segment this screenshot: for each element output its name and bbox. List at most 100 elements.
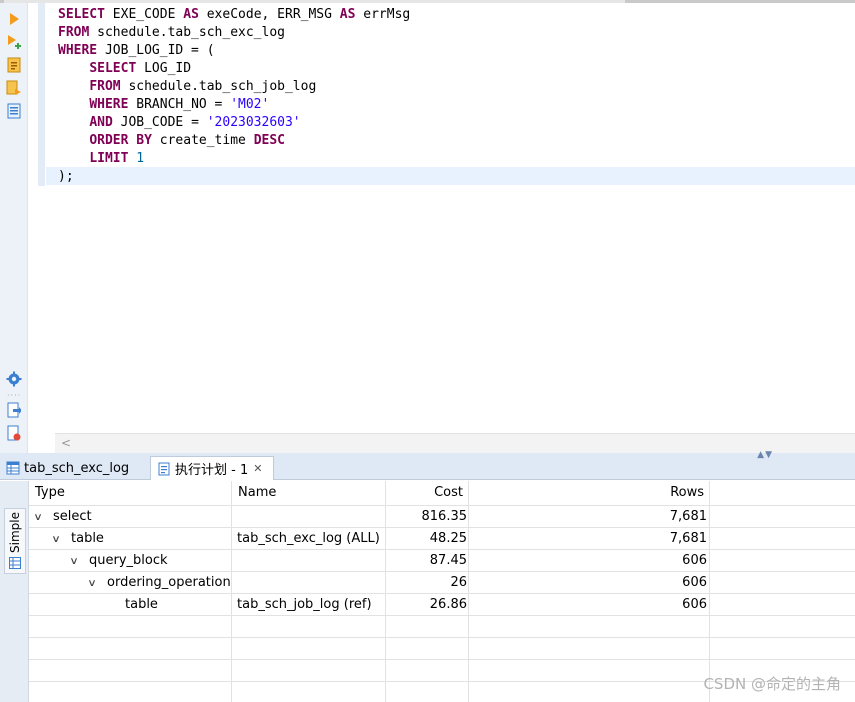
editor-toolbar: ···· [0,3,28,453]
sql-text: EXE_CODE [104,7,184,22]
top-scroll-strip [0,0,855,3]
sql-text: schedule.tab_sch_job_log [120,79,317,94]
sql-keyword: AS [183,7,199,22]
minimize-maximize-icon[interactable]: ▲▼ [757,450,773,460]
type-label: query_block [89,553,168,568]
grid-icon [9,557,21,569]
sql-string: 'M02' [230,97,270,112]
code-line[interactable]: SELECT LOG_ID [58,60,410,78]
type-cell: table [107,594,158,616]
cost-cell: 816.35 [421,509,468,524]
type-label: table [125,597,158,612]
code-line[interactable]: FROM schedule.tab_sch_job_log [58,78,410,96]
sql-keyword: SELECT [58,7,105,22]
error-log-icon[interactable] [5,424,22,441]
fold-marker[interactable] [38,3,45,186]
tab-label: tab_sch_exc_log [24,460,130,476]
sql-editor[interactable]: ···· SELECT EXE_CODE AS exeCode, ERR_MSG… [0,0,855,453]
scroll-left-icon[interactable]: < [61,436,71,450]
sql-keyword: WHERE [89,97,129,112]
plan-document-icon [158,462,170,475]
rows-cell: 606 [682,553,707,568]
export-icon[interactable] [5,401,22,418]
sql-text: JOB_LOG_ID = ( [97,43,215,58]
column-header-rows[interactable]: Rows [468,485,704,500]
toolbar-separator: ···· [7,391,22,400]
simple-view-tab[interactable]: Simple [4,508,26,574]
code-line[interactable]: ORDER BY create_time DESC [58,132,410,150]
chevron-down-icon[interactable]: ∨ [87,573,103,595]
table-grid-icon [6,461,20,475]
row-divider [29,659,855,660]
results-tab-bar: ▲▼ tab_sch_exc_log 执行计划 - 1 ✕ [0,450,855,480]
sql-keyword: ORDER BY [89,133,152,148]
sql-text: exeCode, ERR_MSG [198,7,340,22]
type-cell: ∨ table [51,528,104,551]
rows-cell: 7,681 [669,509,707,524]
horizontal-scrollbar[interactable]: < [55,433,855,453]
tab-table-data[interactable]: tab_sch_exc_log [4,456,135,480]
sql-keyword: LIMIT [89,151,129,166]
type-cell: ∨ select [33,506,91,529]
tab-label: 执行计划 - 1 [175,463,249,478]
type-label: ordering_operation [107,575,231,590]
table-row[interactable]: ∨ select 816.35 7,681 [29,506,855,528]
code-line[interactable]: ); [58,168,410,186]
plan-table: Type Name Cost Rows ∨ select 816.35 7,681 ∨ t… [29,481,855,702]
execute-icon[interactable] [5,10,22,27]
chevron-down-icon[interactable]: ∨ [33,507,49,529]
cost-cell: 26.86 [429,597,467,612]
sql-code[interactable]: SELECT EXE_CODE AS exeCode, ERR_MSG AS e… [58,6,410,186]
sql-text: schedule.tab_sch_exc_log [89,25,285,40]
load-plan-icon[interactable] [5,79,22,96]
code-line[interactable]: FROM schedule.tab_sch_exc_log [58,24,410,42]
execute-script-icon[interactable] [5,33,22,50]
table-row[interactable]: ∨ query_block 87.45 606 [29,550,855,572]
column-header-type[interactable]: Type [35,485,65,500]
execution-plan-panel: Simple Type Name Cost Rows ∨ select 816.35… [0,481,855,702]
settings-icon[interactable] [5,370,22,387]
code-line[interactable]: WHERE JOB_LOG_ID = ( [58,42,410,60]
table-row[interactable]: ∨ table tab_sch_exc_log (ALL) 48.25 7,681 [29,528,855,550]
sql-keyword: FROM [58,25,90,40]
sql-number: 1 [136,151,145,166]
rows-cell: 606 [682,575,707,590]
sql-string: '2023032603' [206,115,301,130]
sql-text: LOG_ID [136,61,192,76]
code-line[interactable]: WHERE BRANCH_NO = 'M02' [58,96,410,114]
cost-cell: 87.45 [429,553,467,568]
simple-view-label: Simple [8,512,22,553]
type-cell: ∨ ordering_operation [87,572,231,595]
row-divider [29,637,855,638]
chevron-down-icon[interactable]: ∨ [51,529,67,551]
watermark: CSDN @命定的主角 [703,675,841,693]
sql-text: ); [58,169,74,184]
chevron-down-icon[interactable]: ∨ [69,551,85,573]
cost-cell: 26 [450,575,467,590]
table-row[interactable]: ∨ ordering_operation 26 606 [29,572,855,594]
sql-keyword: DESC [253,133,285,148]
sql-text: errMsg [355,7,411,22]
sql-keyword: WHERE [58,43,98,58]
tab-execution-plan[interactable]: 执行计划 - 1 ✕ [150,456,274,480]
code-line[interactable]: SELECT EXE_CODE AS exeCode, ERR_MSG AS e… [58,6,410,24]
type-cell: ∨ query_block [69,550,168,573]
sql-text: create_time [151,133,254,148]
column-header-name[interactable]: Name [238,485,276,500]
code-line[interactable]: AND JOB_CODE = '2023032603' [58,114,410,132]
sql-keyword: FROM [89,79,121,94]
table-row[interactable]: table tab_sch_job_log (ref) 26.86 606 [29,594,855,616]
column-header-cost[interactable]: Cost [385,485,463,500]
explain-plan-icon[interactable] [5,56,22,73]
close-icon[interactable]: ✕ [253,462,262,475]
code-line[interactable]: LIMIT 1 [58,150,410,168]
type-label: table [71,531,104,546]
format-sql-icon[interactable] [5,102,22,119]
sql-text: JOB_CODE = [112,115,207,130]
cost-cell: 48.25 [429,531,467,546]
